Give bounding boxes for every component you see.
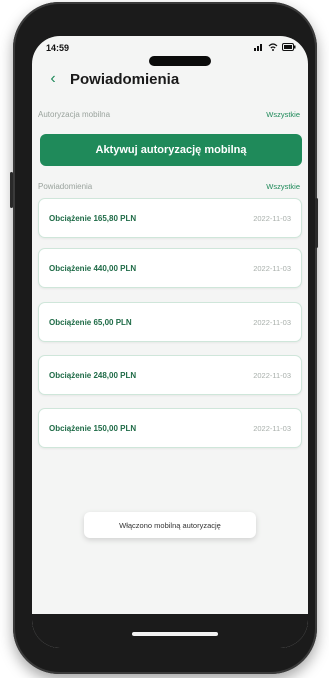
activate-mobile-auth-button[interactable]: Aktywuj autoryzację mobilną [40, 134, 302, 166]
power-button [315, 198, 318, 248]
list-item[interactable]: Obciążenie 150,00 PLN 2022-11-03 [38, 408, 302, 448]
signal-icon [254, 43, 264, 53]
status-bar: 14:59 [32, 36, 308, 60]
notification-title: Obciążenie 165,80 PLN [49, 213, 137, 223]
notification-date: 2022-11-03 [253, 423, 291, 433]
notifications-label: Powiadomienia [38, 181, 93, 191]
notification-title: Obciążenie 440,00 PLN [49, 263, 137, 273]
list-item[interactable]: Obciążenie 65,00 PLN 2022-11-03 [38, 302, 302, 342]
notification-title: Obciążenie 248,00 PLN [49, 370, 137, 380]
notifications-section-header: Powiadomienia Wszystkie [32, 178, 308, 194]
home-indicator[interactable] [132, 632, 218, 636]
mobile-auth-label: Autoryzacja mobilna [38, 109, 111, 119]
notification-title: Obciążenie 65,00 PLN [49, 317, 132, 327]
notification-date: 2022-11-03 [253, 263, 291, 273]
volume-button [10, 172, 13, 208]
battery-icon [282, 43, 296, 53]
chevron-left-icon[interactable]: ‹ [42, 70, 64, 88]
phone-screen: 14:59 ‹ Powiadomienia Autoryzacja mobiln… [32, 36, 308, 648]
notification-title: Obciążenie 150,00 PLN [49, 423, 137, 433]
wifi-icon [268, 43, 278, 53]
list-item[interactable]: Obciążenie 248,00 PLN 2022-11-03 [38, 355, 302, 395]
mobile-auth-all-link[interactable]: Wszystkie [266, 110, 300, 119]
list-item[interactable]: Obciążenie 440,00 PLN 2022-11-03 [38, 248, 302, 288]
bottom-bezel [32, 614, 308, 648]
status-time: 14:59 [46, 43, 70, 53]
list-item[interactable]: Obciążenie 165,80 PLN 2022-11-03 [38, 198, 302, 238]
page-header: ‹ Powiadomienia [32, 62, 308, 96]
notification-date: 2022-11-03 [253, 317, 291, 327]
notifications-all-link[interactable]: Wszystkie [266, 182, 300, 191]
notification-date: 2022-11-03 [253, 213, 291, 223]
page-title: Powiadomienia [70, 70, 180, 88]
mobile-auth-section-header: Autoryzacja mobilna Wszystkie [32, 106, 308, 122]
toast-message: Włączono mobilną autoryzację [84, 512, 256, 538]
notification-date: 2022-11-03 [253, 370, 291, 380]
